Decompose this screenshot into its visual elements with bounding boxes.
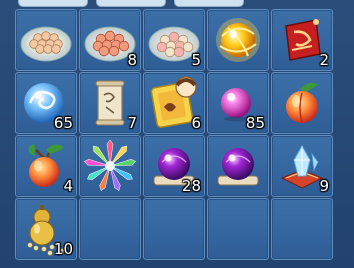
inventory-slot[interactable]: 6 [143,72,205,134]
inventory-slot[interactable]: 65 [15,72,77,134]
rainbow-crystal-cluster-icon [80,136,140,196]
inventory-slot[interactable] [207,135,269,197]
inventory-slot[interactable]: 8 [79,9,141,71]
top-tabs [0,0,354,7]
item-count: 4 [63,177,73,195]
empty-inventory-slot[interactable] [79,198,141,260]
golden-orb-icon [208,10,268,70]
item-count: 6 [191,114,201,132]
tab-2[interactable] [96,0,166,7]
item-count: 28 [181,177,201,195]
item-count: 65 [53,114,73,132]
inventory-slot[interactable]: 28 [143,135,205,197]
item-count: 5 [191,51,201,69]
item-count: 8 [127,51,137,69]
inventory-slot[interactable] [271,72,333,134]
empty-inventory-slot[interactable] [207,198,269,260]
item-count: 2 [319,51,329,69]
immortal-peach-icon [272,73,332,133]
empty-inventory-slot[interactable] [143,198,205,260]
item-count: 85 [245,114,265,132]
inventory-slot[interactable]: 4 [15,135,77,197]
item-count: 10 [53,240,73,258]
inventory-slot[interactable]: 7 [79,72,141,134]
inventory-slot[interactable]: 2 [271,9,333,71]
inventory-slot[interactable] [207,9,269,71]
inventory-slot[interactable]: 10 [15,198,77,260]
inventory-slot[interactable] [15,9,77,71]
inventory-panel: 8 5 2 65 7 6 85 4 28 9 10 [0,0,354,268]
empty-inventory-slot[interactable] [271,198,333,260]
inventory-slot[interactable]: 85 [207,72,269,134]
egg-plate-icon [16,10,76,70]
item-count: 9 [319,177,329,195]
tab-3[interactable] [174,0,244,7]
inventory-slot[interactable]: 9 [271,135,333,197]
tab-1[interactable] [18,0,88,7]
inventory-slot[interactable] [79,135,141,197]
inventory-slot[interactable]: 5 [143,9,205,71]
purple-orb-on-scroll-icon [208,136,268,196]
item-count: 7 [127,114,137,132]
